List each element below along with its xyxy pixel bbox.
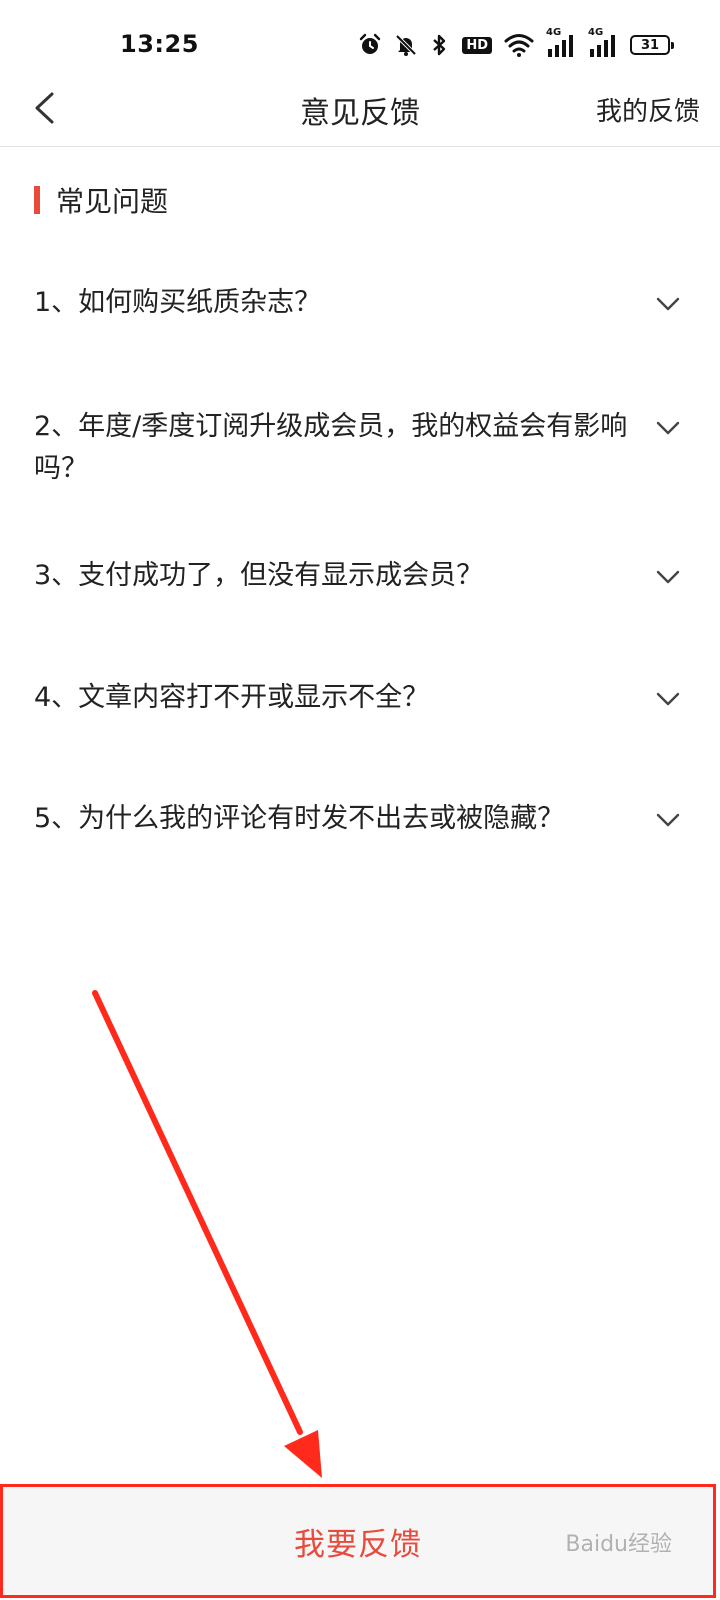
battery-icon: 31 — [630, 35, 674, 55]
faq-question: 2、年度/季度订阅升级成会员，我的权益会有影响吗？ — [34, 411, 628, 484]
mute-icon — [395, 34, 417, 56]
faq-item-4[interactable]: 4、文章内容打不开或显示不全？ — [34, 677, 694, 719]
faq-item-3[interactable]: 3、支付成功了，但没有显示成会员？ — [34, 555, 694, 597]
chevron-down-icon — [656, 421, 680, 435]
chevron-down-icon — [656, 570, 680, 584]
status-time: 13:25 — [120, 30, 199, 58]
chevron-down-icon — [656, 813, 680, 827]
faq-question: 5、为什么我的评论有时发不出去或被隐藏？ — [34, 803, 565, 834]
submit-feedback-label: 我要反馈 — [294, 1526, 422, 1563]
status-icons: HD 4G 4G 31 — [358, 27, 674, 60]
signal-label: 4G — [546, 27, 562, 38]
bluetooth-icon — [433, 34, 446, 56]
faq-item-1[interactable]: 1、如何购买纸质杂志？ — [34, 282, 694, 324]
signal-icon: 4G — [546, 27, 576, 57]
faq-item-2[interactable]: 2、年度/季度订阅升级成会员，我的权益会有影响吗？ — [34, 406, 694, 490]
signal-label: 4G — [588, 27, 604, 38]
section-header: 常见问题 — [34, 180, 168, 220]
faq-question: 1、如何购买纸质杂志？ — [34, 287, 322, 318]
section-title: 常见问题 — [56, 185, 169, 218]
my-feedback-link[interactable]: 我的反馈 — [596, 91, 700, 128]
nav-bar: 意见反馈 我的反馈 — [0, 70, 720, 147]
faq-question: 3、支付成功了，但没有显示成会员？ — [34, 560, 484, 591]
faq-question: 4、文章内容打不开或显示不全？ — [34, 682, 430, 713]
section-accent-bar — [34, 186, 40, 214]
wifi-icon — [504, 34, 534, 57]
watermark: Baidu经验 — [565, 1532, 672, 1557]
chevron-down-icon — [656, 692, 680, 706]
alarm-icon — [360, 33, 381, 54]
faq-item-5[interactable]: 5、为什么我的评论有时发不出去或被隐藏？ — [34, 798, 694, 840]
chevron-down-icon — [656, 297, 680, 311]
signal-icon: 4G — [588, 27, 618, 57]
hd-icon: HD — [462, 36, 492, 54]
battery-level: 31 — [640, 37, 660, 53]
